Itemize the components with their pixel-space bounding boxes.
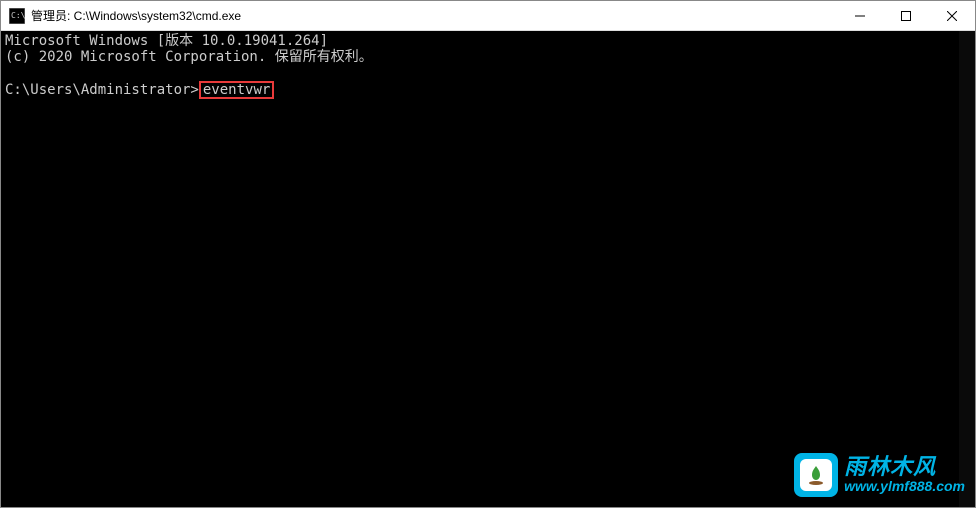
cmd-window: C:\ 管理员: C:\Windows\system32\cmd.exe Mic…: [0, 0, 976, 508]
command-text: eventvwr: [203, 82, 270, 98]
watermark-logo-icon: [794, 453, 838, 497]
window-controls: [837, 1, 975, 30]
titlebar[interactable]: C:\ 管理员: C:\Windows\system32\cmd.exe: [1, 1, 975, 31]
svg-text:C:\: C:\: [11, 11, 25, 20]
terminal-line: Microsoft Windows [版本 10.0.19041.264]: [5, 33, 971, 49]
command-highlight: eventvwr: [199, 81, 274, 99]
watermark-name: 雨林木风: [844, 455, 965, 479]
prompt-line: C:\Users\Administrator>eventvwr: [5, 81, 971, 99]
terminal-line: (c) 2020 Microsoft Corporation. 保留所有权利。: [5, 49, 971, 65]
minimize-button[interactable]: [837, 1, 883, 31]
vertical-scrollbar[interactable]: [959, 31, 975, 507]
terminal-area[interactable]: Microsoft Windows [版本 10.0.19041.264] (c…: [1, 31, 975, 507]
watermark-url: www.ylmf888.com: [844, 479, 965, 494]
watermark-text: 雨林木风 www.ylmf888.com: [844, 455, 965, 495]
maximize-button[interactable]: [883, 1, 929, 31]
cmd-icon: C:\: [9, 8, 25, 24]
close-button[interactable]: [929, 1, 975, 31]
window-title: 管理员: C:\Windows\system32\cmd.exe: [31, 7, 837, 24]
watermark: 雨林木风 www.ylmf888.com: [788, 449, 971, 501]
prompt-text: C:\Users\Administrator>: [5, 82, 199, 98]
